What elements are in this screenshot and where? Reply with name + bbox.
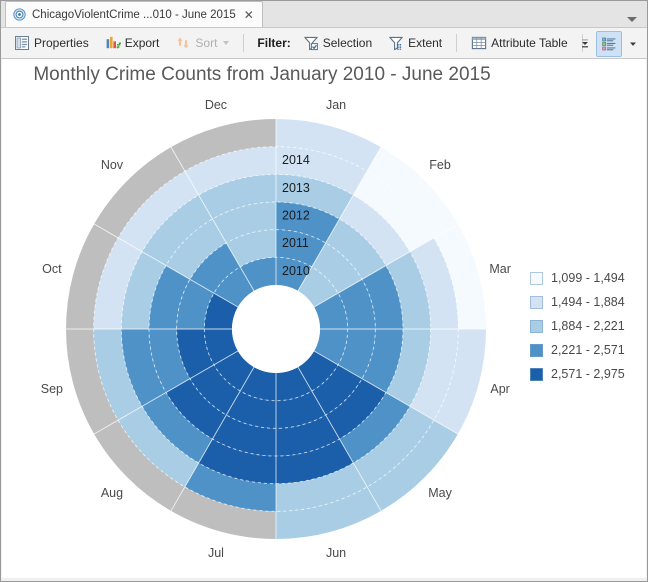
export-label: Export (125, 36, 160, 50)
legend: 1,099 - 1,494 1,494 - 1,884 1,884 - 2,221 2… (530, 266, 625, 386)
toolbar-divider-2 (456, 34, 457, 52)
legend-label: 1,099 - 1,494 (551, 271, 625, 285)
export-icon (105, 35, 121, 51)
month-label-sep: Sep (41, 382, 63, 396)
status-bar (2, 578, 646, 580)
sort-icon (175, 35, 191, 51)
toolbar-overflow-icon[interactable] (577, 36, 593, 52)
toolbar-divider-1 (243, 34, 244, 52)
list-view-icon (601, 36, 617, 52)
export-button[interactable]: Export (98, 30, 167, 56)
attribute-table-button[interactable]: Attribute Table (464, 30, 575, 56)
selection-label: Selection (323, 36, 372, 50)
properties-label: Properties (34, 36, 89, 50)
legend-swatch (530, 272, 543, 285)
filter-extent-button[interactable]: Extent (381, 30, 449, 56)
year-label-2012: 2012 (282, 208, 310, 222)
chart-center-hole (232, 285, 320, 373)
month-label-apr: Apr (490, 382, 509, 396)
list-view-button[interactable] (596, 31, 622, 57)
legend-item[interactable]: 2,221 - 2,571 (530, 338, 625, 362)
toolbar: Properties Export Sort Fi (1, 28, 647, 59)
close-icon[interactable]: ✕ (242, 9, 256, 21)
tab-strip: ChicagoViolentCrime ...010 - June 2015 ✕ (1, 1, 647, 28)
year-label-2013: 2013 (282, 181, 310, 195)
filter-label: Filter: (251, 36, 293, 50)
filter-extent-icon (388, 35, 404, 51)
legend-swatch (530, 344, 543, 357)
target-icon (13, 8, 26, 21)
toolbar-options-caret-icon[interactable] (625, 36, 641, 52)
chart-panel: Monthly Crime Counts from January 2010 -… (2, 59, 646, 580)
year-label-2014: 2014 (282, 153, 310, 167)
legend-swatch (530, 320, 543, 333)
filter-selection-icon (303, 35, 319, 51)
month-label-oct: Oct (42, 262, 62, 276)
month-label-feb: Feb (429, 158, 451, 172)
legend-item[interactable]: 1,494 - 1,884 (530, 290, 625, 314)
legend-label: 1,884 - 2,221 (551, 319, 625, 333)
properties-icon (14, 35, 30, 51)
filter-selection-button[interactable]: Selection (296, 30, 379, 56)
chevron-down-icon[interactable] (223, 41, 229, 45)
table-icon (471, 35, 487, 51)
month-label-aug: Aug (101, 486, 123, 500)
month-label-may: May (428, 486, 452, 500)
legend-label: 2,571 - 2,975 (551, 367, 625, 381)
month-label-jan: Jan (326, 98, 346, 112)
month-label-jul: Jul (208, 546, 224, 560)
extent-label: Extent (408, 36, 442, 50)
tab-chicago-violent-crime[interactable]: ChicagoViolentCrime ...010 - June 2015 ✕ (5, 1, 263, 27)
legend-swatch (530, 368, 543, 381)
attribute-table-label: Attribute Table (491, 36, 568, 50)
chart-window: ChicagoViolentCrime ...010 - June 2015 ✕… (0, 0, 648, 582)
legend-item[interactable]: 2,571 - 2,975 (530, 362, 625, 386)
sort-label: Sort (195, 36, 217, 50)
chevron-down-icon[interactable] (627, 17, 637, 22)
year-label-2011: 2011 (282, 236, 309, 250)
legend-item[interactable]: 1,884 - 2,221 (530, 314, 625, 338)
properties-button[interactable]: Properties (7, 30, 96, 56)
month-label-dec: Dec (205, 98, 227, 112)
month-label-mar: Mar (489, 262, 511, 276)
year-label-2010: 2010 (282, 264, 310, 278)
toolbar-right-group (577, 31, 641, 57)
month-label-nov: Nov (101, 158, 124, 172)
legend-label: 1,494 - 1,884 (551, 295, 625, 309)
month-label-jun: Jun (326, 546, 346, 560)
legend-item[interactable]: 1,099 - 1,494 (530, 266, 625, 290)
legend-label: 2,221 - 2,571 (551, 343, 625, 357)
tab-title: ChicagoViolentCrime ...010 - June 2015 (32, 9, 236, 21)
legend-swatch (530, 296, 543, 309)
sort-button[interactable]: Sort (168, 30, 236, 56)
